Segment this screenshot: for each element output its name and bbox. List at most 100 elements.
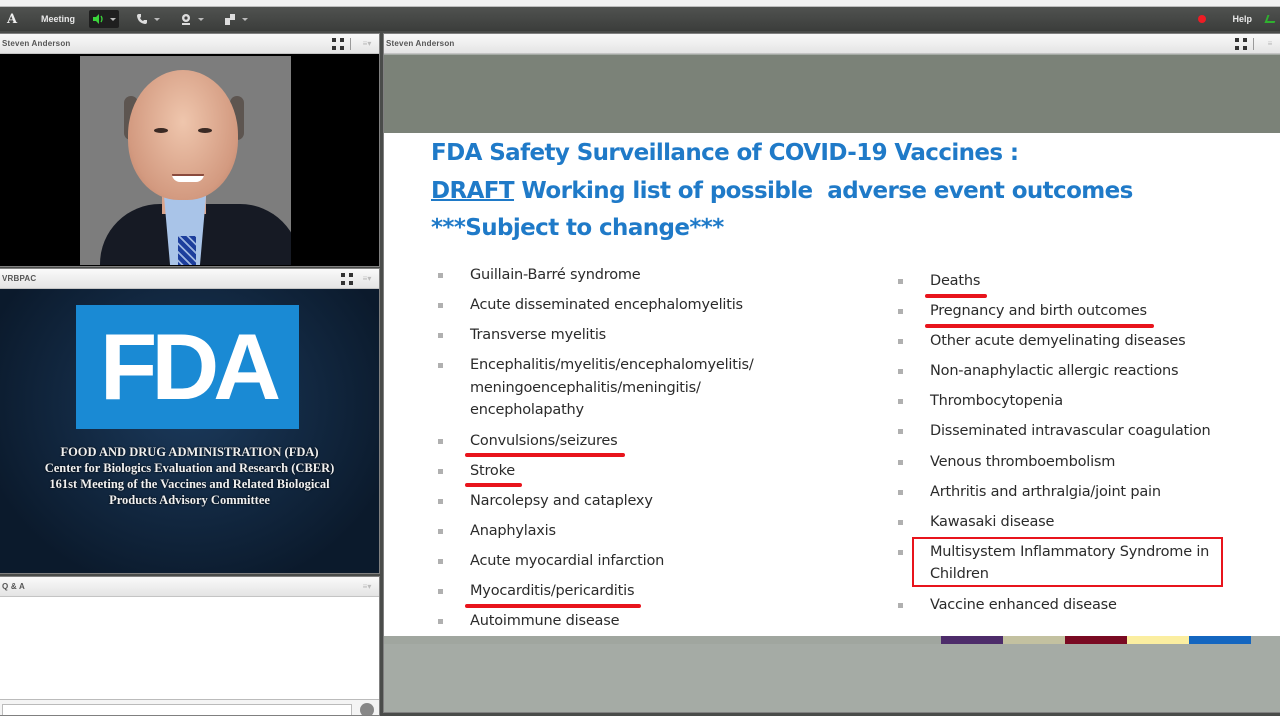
outcome-item: Stroke bbox=[434, 460, 794, 483]
outcome-item: Venous thromboembolism bbox=[894, 451, 1224, 474]
fda-logo: FDA bbox=[76, 305, 299, 429]
menu-bar: A Meeting Help bbox=[0, 7, 1280, 31]
adobe-logo-icon: A bbox=[2, 8, 22, 30]
meeting-line: 161st Meeting of the Vaccines and Relate… bbox=[0, 476, 379, 492]
outcome-text: Non-anaphylactic allergic reactions bbox=[930, 363, 1178, 379]
outcome-item: Convulsions/seizures bbox=[434, 430, 794, 453]
pod-header: Steven Anderson ≡▾ bbox=[0, 34, 379, 54]
outcome-item: Autoimmune disease bbox=[434, 610, 794, 633]
outcome-item: Thrombocytopenia bbox=[894, 390, 1224, 413]
outcome-text: Venous thromboembolism bbox=[930, 454, 1115, 470]
speaker-button[interactable] bbox=[89, 10, 119, 28]
pod-menu-icon[interactable]: ≡▾ bbox=[359, 39, 375, 48]
pod-title: VRBPAC bbox=[2, 274, 36, 283]
outcome-item: Acute disseminated encephalomyelitis bbox=[434, 294, 794, 317]
outcome-text: Anaphylaxis bbox=[470, 523, 556, 539]
title-line-3: ***Subject to change*** bbox=[431, 210, 1133, 248]
outcome-item: Narcolepsy and cataplexy bbox=[434, 490, 794, 513]
agency-line: FOOD AND DRUG ADMINISTRATION (FDA) bbox=[0, 444, 379, 460]
outcome-item: Other acute demyelinating diseases bbox=[894, 330, 1224, 353]
outcome-item: Multisystem Inflammatory Syndrome in Chi… bbox=[894, 541, 1224, 586]
outcome-text: Arthritis and arthralgia/joint pain bbox=[930, 484, 1161, 500]
outcome-item: Transverse myelitis bbox=[434, 324, 794, 347]
outcome-text: Disseminated intravascular coagulation bbox=[930, 423, 1211, 439]
chevron-down-icon[interactable] bbox=[110, 18, 116, 21]
outcome-text: Autoimmune disease bbox=[470, 613, 619, 629]
outcome-text: Other acute demyelinating diseases bbox=[930, 333, 1185, 349]
presentation-slide: FDA Safety Surveillance of COVID-19 Vacc… bbox=[384, 133, 1280, 636]
red-box-annotation bbox=[912, 537, 1223, 587]
qa-message-list bbox=[0, 597, 379, 697]
outcome-text: Encephalitis/myelitis/encephalomyelitis/… bbox=[470, 357, 754, 418]
outcome-text: Kawasaki disease bbox=[930, 514, 1054, 530]
qa-pod: Q & A ≡▾ bbox=[0, 576, 380, 716]
meeting-menu[interactable]: Meeting bbox=[41, 14, 75, 24]
outcome-item: Arthritis and arthralgia/joint pain bbox=[894, 481, 1224, 504]
outcome-item: Anaphylaxis bbox=[434, 520, 794, 543]
outcome-item: Pregnancy and birth outcomes bbox=[894, 300, 1224, 323]
status-check-icon bbox=[1265, 15, 1278, 23]
hand-raise-icon bbox=[224, 13, 236, 25]
outcome-item: Deaths bbox=[894, 270, 1224, 293]
red-underline-annotation bbox=[465, 604, 641, 608]
title-line-2: DRAFT Working list of possible adverse e… bbox=[431, 173, 1133, 211]
pod-header: Q & A ≡▾ bbox=[0, 577, 379, 597]
chevron-down-icon[interactable] bbox=[154, 18, 160, 21]
phone-icon bbox=[136, 13, 148, 25]
attendee-status-button[interactable] bbox=[221, 10, 251, 28]
pod-menu-icon[interactable]: ≡▾ bbox=[359, 274, 375, 283]
outcome-item: Encephalitis/myelitis/encephalomyelitis/… bbox=[434, 354, 794, 422]
send-icon[interactable] bbox=[360, 703, 374, 716]
fda-title-slide: FDA FOOD AND DRUG ADMINISTRATION (FDA) C… bbox=[0, 289, 379, 574]
webcam-button[interactable] bbox=[177, 10, 207, 28]
red-underline-annotation bbox=[925, 294, 987, 298]
phone-button[interactable] bbox=[133, 10, 163, 28]
qa-input-row bbox=[0, 699, 379, 716]
left-outcome-list: Guillain-Barré syndrome Acute disseminate… bbox=[434, 264, 794, 640]
divider bbox=[350, 38, 351, 50]
title-line-2-rest: Working list of possible adverse event o… bbox=[514, 178, 1133, 204]
pod-title: Q & A bbox=[2, 582, 25, 591]
color-bar-segment bbox=[941, 636, 1003, 644]
meeting-description: FOOD AND DRUG ADMINISTRATION (FDA) Cente… bbox=[0, 444, 379, 508]
outcome-text: Myocarditis/pericarditis bbox=[470, 583, 634, 599]
outcome-text: Convulsions/seizures bbox=[470, 433, 618, 449]
recording-indicator-icon[interactable] bbox=[1198, 15, 1206, 23]
right-outcome-list: Deaths Pregnancy and birth outcomes Other … bbox=[894, 270, 1224, 624]
outcome-item: Disseminated intravascular coagulation bbox=[894, 420, 1224, 443]
outcome-text: Acute myocardial infarction bbox=[470, 553, 664, 569]
red-underline-annotation bbox=[925, 324, 1154, 328]
help-menu[interactable]: Help bbox=[1232, 14, 1252, 24]
outcome-item: Guillain-Barré syndrome bbox=[434, 264, 794, 287]
center-line: Center for Biologics Evaluation and Rese… bbox=[0, 460, 379, 476]
pod-title: Steven Anderson bbox=[386, 39, 455, 48]
vrbpac-pod: VRBPAC ≡▾ FDA FOOD AND DRUG ADMINISTRATI… bbox=[0, 268, 380, 574]
red-underline-annotation bbox=[465, 453, 625, 457]
outcome-text: Thrombocytopenia bbox=[930, 393, 1063, 409]
outcome-text: Guillain-Barré syndrome bbox=[470, 267, 641, 283]
window-title-bar bbox=[0, 0, 1280, 7]
outcome-text: Stroke bbox=[470, 463, 515, 479]
webcam-video bbox=[0, 54, 379, 267]
chevron-down-icon[interactable] bbox=[242, 18, 248, 21]
slide-title: FDA Safety Surveillance of COVID-19 Vacc… bbox=[431, 135, 1133, 248]
fullscreen-icon[interactable] bbox=[341, 273, 353, 285]
color-bar-segment bbox=[1127, 636, 1189, 644]
outcome-text: Vaccine enhanced disease bbox=[930, 597, 1117, 613]
fullscreen-icon[interactable] bbox=[332, 38, 344, 50]
color-bar-segment bbox=[1189, 636, 1251, 644]
color-bar-segment bbox=[384, 636, 941, 644]
red-underline-annotation bbox=[465, 483, 522, 487]
color-bar-segment bbox=[1065, 636, 1127, 644]
fullscreen-icon[interactable] bbox=[1235, 38, 1247, 50]
outcome-item: Non-anaphylactic allergic reactions bbox=[894, 360, 1224, 383]
title-line-1: FDA Safety Surveillance of COVID-19 Vacc… bbox=[431, 135, 1133, 173]
pod-header: Steven Anderson ≡ bbox=[384, 34, 1280, 54]
chevron-down-icon[interactable] bbox=[198, 18, 204, 21]
speaker-icon bbox=[92, 13, 104, 25]
outcome-item: Vaccine enhanced disease bbox=[894, 594, 1224, 617]
pod-menu-icon[interactable]: ≡ bbox=[1262, 39, 1278, 48]
pod-header: VRBPAC ≡▾ bbox=[0, 269, 379, 289]
webcam-icon bbox=[180, 13, 192, 25]
pod-menu-icon[interactable]: ≡▾ bbox=[359, 582, 375, 591]
